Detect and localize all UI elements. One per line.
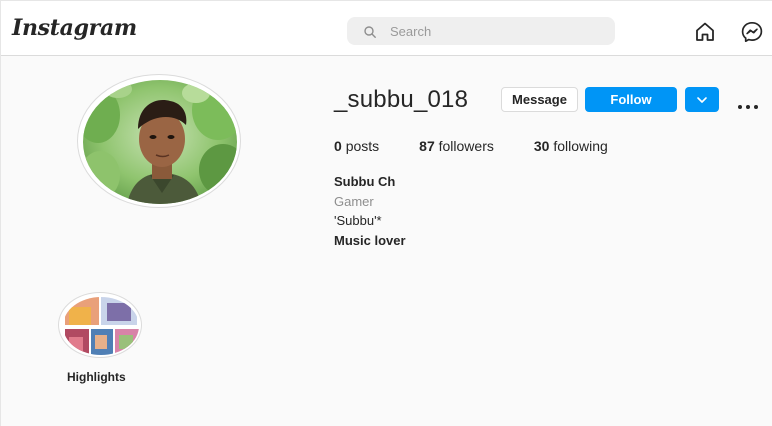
search-box[interactable] — [347, 17, 615, 45]
home-icon[interactable] — [693, 20, 717, 44]
highlight-cover[interactable] — [58, 292, 142, 358]
followers-stat[interactable]: 87 followers — [419, 138, 494, 154]
profile-avatar[interactable] — [77, 74, 241, 208]
followers-label: followers — [438, 138, 494, 154]
highlight-label[interactable]: Highlights — [67, 370, 126, 384]
followers-count: 87 — [419, 138, 435, 154]
bio-text-line: 'Subbu'* — [334, 213, 382, 228]
posts-label: posts — [345, 138, 380, 154]
messenger-icon[interactable] — [740, 20, 764, 44]
chevron-down-icon — [696, 92, 708, 107]
bio-category: Gamer — [334, 194, 374, 209]
message-button[interactable]: Message — [501, 87, 578, 112]
bio-full-name: Subbu Ch — [334, 174, 396, 189]
following-label: following — [553, 138, 608, 154]
profile-username: _subbu_018 — [334, 86, 469, 113]
search-icon — [364, 25, 376, 38]
following-stat[interactable]: 30 following — [534, 138, 608, 154]
profile-stats: 0 posts 87 followers 30 following — [334, 138, 648, 154]
search-input[interactable] — [390, 23, 590, 39]
suggested-dropdown-button[interactable] — [685, 87, 719, 112]
posts-stat: 0 posts — [334, 138, 379, 154]
following-count: 30 — [533, 138, 550, 154]
posts-count: 0 — [334, 138, 342, 154]
follow-button[interactable]: Follow — [585, 87, 677, 112]
profile-page: Instagram Search _subbu_018 Message Foll… — [0, 0, 772, 426]
more-options-icon[interactable] — [737, 97, 759, 109]
bio-text-line: Music lover — [334, 233, 406, 248]
top-nav-bar: Instagram — [1, 0, 772, 56]
instagram-logo[interactable]: Instagram — [12, 15, 137, 41]
